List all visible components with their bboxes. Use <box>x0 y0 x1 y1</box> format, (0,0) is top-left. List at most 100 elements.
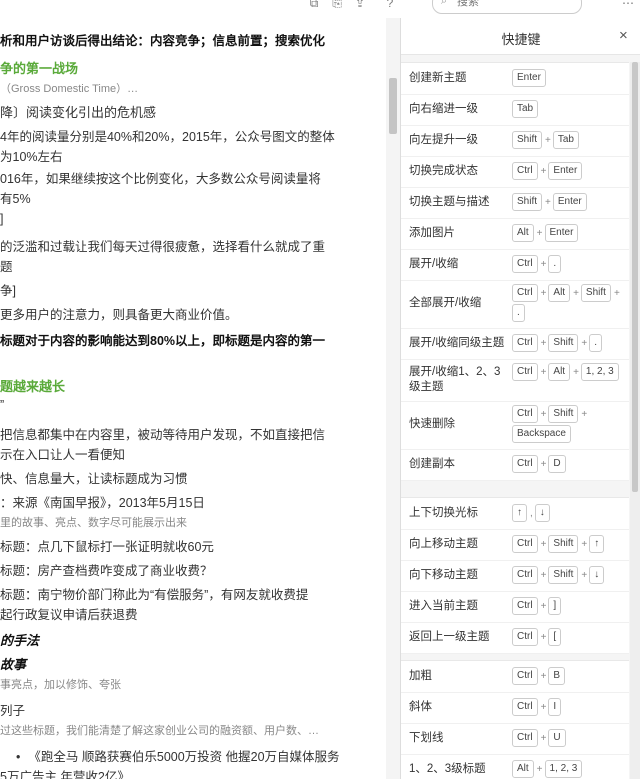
shortcut-label: 返回上一级主题 <box>409 630 490 643</box>
shortcut-row: 向下移动主题 Ctrl + Shift + ↓ <box>401 560 629 592</box>
help-icon[interactable]: ? <box>383 0 397 10</box>
doc-line: 有5% <box>0 188 31 207</box>
doc-line-text: 把信息都集中在内容里，被动等待用户发现，不如直接把信 <box>0 428 326 442</box>
document-scrollbar-thumb[interactable] <box>389 78 397 134</box>
search-input[interactable] <box>455 0 569 9</box>
shortcut-row: 向右缩进一级 Tab <box>401 94 629 126</box>
doc-line-text: 列子 <box>0 704 26 718</box>
doc-line: 4年的阅读量分别是40%和20%，2015年，公众号图文的整体 <box>0 126 335 145</box>
doc-line: 列子 <box>0 700 25 719</box>
key-cap: Enter <box>552 193 587 211</box>
doc-line-text: ] <box>0 212 4 226</box>
shortcuts-scrollbar-thumb[interactable] <box>632 62 638 492</box>
key-separator: + <box>536 228 543 239</box>
share-icon[interactable]: ⧉ <box>307 0 321 10</box>
search-icon: ⌕ <box>441 0 448 7</box>
key-cap: Enter <box>548 162 583 180</box>
key-cap: Backspace <box>512 425 571 443</box>
doc-line: 的泛滥和过载让我们每天过得很疲惫，选择看什么就成了重 <box>0 236 325 255</box>
doc-line: 的手法 <box>0 630 39 649</box>
shortcut-label: 下划线 <box>409 731 444 744</box>
shortcut-row: 返回上一级主题 Ctrl +[ <box>401 622 629 654</box>
key-cap: ↑ <box>589 535 605 553</box>
key-separator: + <box>536 764 543 775</box>
key-separator: + <box>540 671 547 682</box>
shortcuts-scrollbar[interactable] <box>630 62 640 779</box>
export-icon[interactable]: ⎘ <box>330 0 344 10</box>
doc-line-text: 有5% <box>0 192 31 206</box>
doc-line: 快、信息量大，让读标题成为习惯 <box>0 468 188 487</box>
key-cap: Ctrl <box>512 566 538 584</box>
close-icon[interactable]: × <box>619 27 628 44</box>
shortcut-label: 1、2、3级标题 <box>409 762 486 775</box>
shortcuts-panel-title: 快捷键 <box>501 32 541 47</box>
key-separator: + <box>540 409 547 420</box>
doc-line-text: 降〕阅读变化引出的危机感 <box>0 105 157 120</box>
key-separator: + <box>613 288 620 299</box>
shortcut-keys: Ctrl +[ <box>512 628 624 648</box>
doc-line: • 《跑全马 顺路获赛伯乐5000万投资 他握20万自媒体服务 <box>16 746 340 765</box>
doc-line-text: 里的故事、亮点、数字尽可能展示出来 <box>0 517 187 529</box>
shortcut-label: 全部展开/收缩 <box>409 297 482 309</box>
shortcut-keys: Tab <box>512 100 624 120</box>
doc-line-text: 过这些标题，我们能清楚了解这家创业公司的融资额、用户数、… <box>0 725 319 737</box>
doc-line-text: 题越来越长 <box>0 379 66 394</box>
key-cap: Ctrl <box>512 628 538 646</box>
more-icon[interactable]: ⋯ <box>622 0 634 10</box>
doc-line-text: 更多用户的注意力，则具备更大商业价值。 <box>0 308 238 322</box>
key-cap: Alt <box>548 363 571 381</box>
key-cap: Shift <box>548 334 579 352</box>
top-toolbar: ⧉ ⎘ ⇪ ? ⌕ ⋯ <box>0 0 640 18</box>
key-separator: + <box>540 166 547 177</box>
download-icon[interactable]: ⇪ <box>353 0 367 10</box>
doc-line: 5万广告主 年营收2亿》 <box>0 766 130 779</box>
shortcut-label: 切换主题与描述 <box>409 195 490 208</box>
shortcut-keys: Enter <box>512 69 624 89</box>
key-cap: Shift <box>548 405 579 423</box>
key-cap: D <box>548 455 566 473</box>
shortcut-keys: Ctrl + Enter <box>512 162 624 182</box>
key-separator: + <box>545 197 551 208</box>
doc-line-text: 《跑全马 顺路获赛伯乐5000万投资 他握20万自媒体服务 <box>28 750 340 764</box>
shortcut-label: 上下切换光标 <box>409 506 478 519</box>
search-box[interactable]: ⌕ <box>432 0 582 14</box>
key-cap: 1, 2, 3 <box>580 363 619 381</box>
key-separator: + <box>540 259 547 270</box>
key-cap: Alt <box>512 760 534 778</box>
key-cap: B <box>548 667 566 685</box>
shortcut-row: 快速删除 Ctrl + Shift +Backspace <box>401 401 629 450</box>
shortcut-keys: Ctrl + Alt +1, 2, 3 <box>512 363 624 383</box>
shortcut-label: 添加图片 <box>409 226 455 239</box>
shortcuts-list: 创建新主题 Enter 向右缩进一级 Tab 向左提升一级 Shift + Tab 切换完成状态… <box>401 62 640 779</box>
key-cap: ] <box>548 597 562 615</box>
shortcut-label: 展开/收缩 <box>409 257 459 270</box>
doc-line: 起行政复议申请后获退费 <box>0 604 138 623</box>
key-separator: + <box>540 288 547 299</box>
doc-line-text: （Gross Domestic Time）… <box>0 83 139 95</box>
doc-line-text: ” <box>0 398 5 412</box>
key-cap: Ctrl <box>512 698 538 716</box>
doc-line-text: 标题：点几下鼠标打一张证明就收60元 <box>0 540 214 554</box>
key-separator: + <box>540 338 547 349</box>
key-cap: Ctrl <box>512 535 538 553</box>
doc-line: 降〕阅读变化引出的危机感 <box>0 102 156 121</box>
key-cap: . <box>512 304 525 322</box>
shortcut-label: 向下移动主题 <box>409 568 478 581</box>
doc-line: 里的故事、亮点、数字尽可能展示出来 <box>0 514 187 530</box>
document-scrollbar[interactable] <box>386 18 401 779</box>
shortcut-keys: Alt + Enter <box>512 224 624 244</box>
key-cap: Ctrl <box>512 334 538 352</box>
doc-line-text: ：来源《南国早报》，2013年5月15日 <box>0 496 205 510</box>
doc-line-text: 的手法 <box>0 633 40 648</box>
doc-line-text: 事亮点，加以修饰、夸张 <box>0 679 121 691</box>
shortcut-label: 斜体 <box>409 700 432 713</box>
shortcut-row: 下划线 Ctrl + U <box>401 723 629 755</box>
shortcut-keys: Ctrl + Shift +Backspace <box>512 405 624 445</box>
key-separator: + <box>540 632 547 643</box>
doc-line: 争的第一战场 <box>0 58 78 77</box>
key-cap: Ctrl <box>512 597 538 615</box>
key-separator: + <box>540 702 547 713</box>
shortcut-keys: Ctrl + D <box>512 455 624 475</box>
shortcut-keys: Ctrl + Shift + ↓ <box>512 566 624 586</box>
shortcut-keys: Ctrl + Shift +. <box>512 334 624 354</box>
